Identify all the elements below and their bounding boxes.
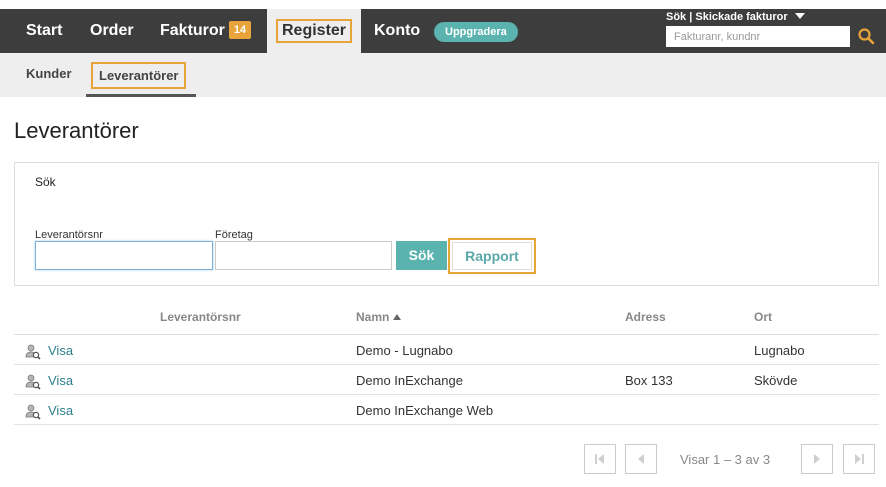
foretag-field[interactable] <box>215 241 392 270</box>
previous-page-icon <box>638 454 644 464</box>
view-supplier-icon[interactable] <box>25 344 41 360</box>
table-header: Leverantörsnr Namn Adress Ort <box>14 298 879 335</box>
nav-konto[interactable]: Konto <box>374 9 420 53</box>
view-link[interactable]: Visa <box>48 403 73 418</box>
view-supplier-icon[interactable] <box>25 374 41 390</box>
chevron-down-icon <box>794 13 805 19</box>
table-row: Visa Demo InExchange Box 133 Skövde <box>14 365 879 395</box>
foretag-label: Företag <box>215 229 253 241</box>
leverantorsnr-field[interactable] <box>35 241 213 270</box>
cell-adress: Box 133 <box>625 373 673 388</box>
top-navigation-bar: Start Order Fakturor 14 Register Konto Up… <box>0 9 886 53</box>
sub-navigation-bar: Kunder Leverantörer <box>0 53 886 97</box>
search-mode-label: Sök | Skickade fakturor <box>666 11 788 23</box>
active-tab-indicator <box>86 94 196 97</box>
cell-ort: Lugnabo <box>754 343 805 358</box>
first-page-button[interactable] <box>584 444 616 474</box>
invoice-search-input[interactable] <box>666 26 850 47</box>
view-link[interactable]: Visa <box>48 343 73 358</box>
column-header-ort[interactable]: Ort <box>754 310 772 324</box>
report-button[interactable]: Rapport <box>452 242 532 270</box>
cell-ort: Skövde <box>754 373 798 388</box>
search-panel-title: Sök <box>35 175 56 189</box>
nav-register[interactable]: Register <box>276 19 353 43</box>
nav-order[interactable]: Order <box>90 9 134 53</box>
leverantorsnr-label: Leverantörsnr <box>35 229 103 241</box>
cell-namn: Demo InExchange Web <box>356 403 494 418</box>
table-row: Visa Demo InExchange Web <box>14 395 879 425</box>
page-title: Leverantörer <box>14 118 139 143</box>
cell-namn: Demo - Lugnabo <box>356 343 453 358</box>
search-panel: Sök Leverantörsnr Företag Sök Rapport <box>14 162 879 286</box>
first-page-icon <box>595 454 604 464</box>
fakturor-count-badge: 14 <box>228 21 252 39</box>
nav-register-tab[interactable]: Register <box>267 9 361 53</box>
table-row: Visa Demo - Lugnabo Lugnabo <box>14 335 879 365</box>
column-header-leverantorsnr[interactable]: Leverantörsnr <box>160 310 241 324</box>
pagination-status: Visar 1 – 3 av 3 <box>680 452 771 467</box>
next-page-button[interactable] <box>801 444 833 474</box>
search-mode-dropdown[interactable]: Sök | Skickade fakturor <box>666 11 805 23</box>
last-page-button[interactable] <box>843 444 875 474</box>
view-link[interactable]: Visa <box>48 373 73 388</box>
cell-namn: Demo InExchange <box>356 373 463 388</box>
view-supplier-icon[interactable] <box>25 404 41 420</box>
search-icon[interactable] <box>857 27 875 45</box>
upgrade-button[interactable]: Uppgradera <box>434 22 518 42</box>
subnav-kunder[interactable]: Kunder <box>26 66 72 81</box>
column-header-namn[interactable]: Namn <box>356 310 402 324</box>
subnav-leverantorer[interactable]: Leverantörer <box>91 62 187 89</box>
report-button-highlight: Rapport <box>448 238 536 274</box>
nav-fakturor-label: Fakturor <box>160 22 225 39</box>
nav-fakturor[interactable]: Fakturor 14 <box>160 9 252 53</box>
search-button[interactable]: Sök <box>396 241 447 270</box>
previous-page-button[interactable] <box>625 444 657 474</box>
next-page-icon <box>814 454 820 464</box>
column-header-adress[interactable]: Adress <box>625 310 666 324</box>
last-page-icon <box>855 454 864 464</box>
column-header-namn-label: Namn <box>356 310 390 324</box>
sort-ascending-icon <box>393 314 402 320</box>
nav-start[interactable]: Start <box>26 9 62 53</box>
